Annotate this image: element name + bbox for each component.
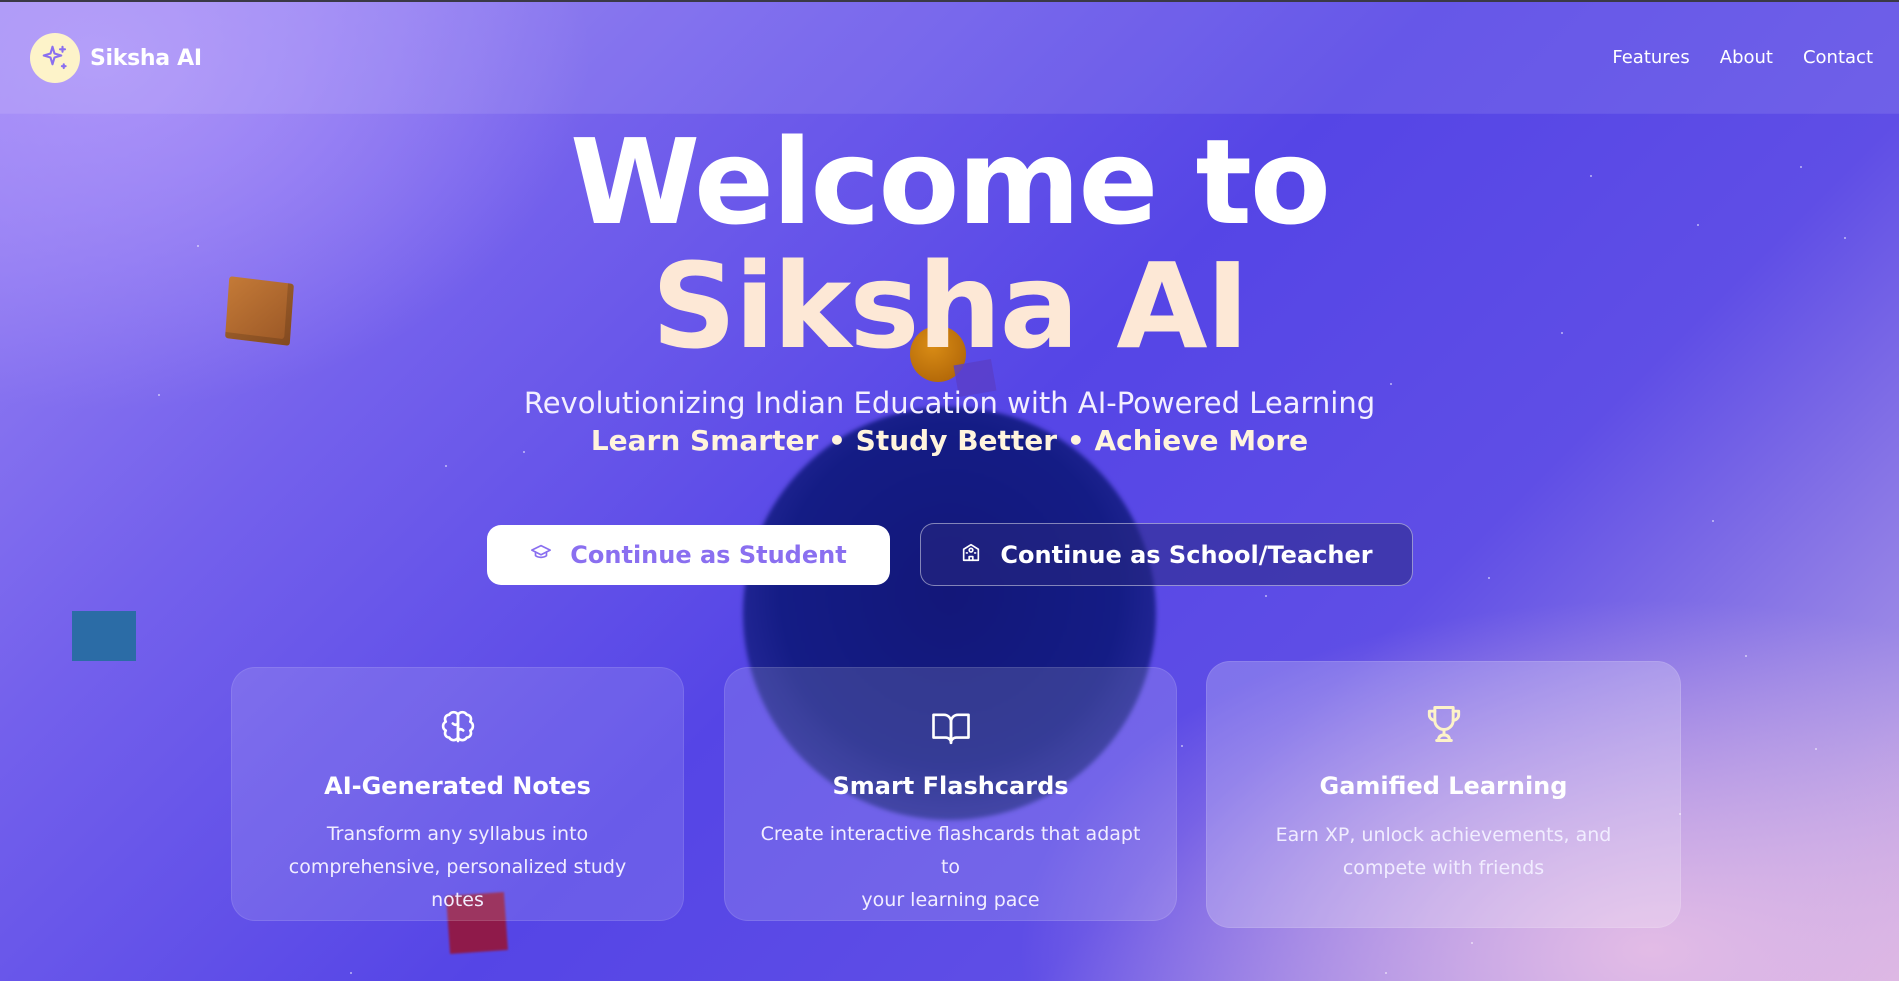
brand-name: Siksha AI — [90, 45, 202, 71]
school-icon — [960, 541, 982, 569]
hero-tagline: Learn Smarter • Study Better • Achieve M… — [590, 424, 1309, 457]
nav-link-contact[interactable]: Contact — [1803, 47, 1873, 68]
feature-description-line: Create interactive flashcards that adapt… — [760, 823, 1141, 878]
brain-icon — [232, 706, 683, 748]
feature-card-flashcards: Smart Flashcards Create interactive flas… — [724, 667, 1177, 921]
book-open-icon — [725, 706, 1176, 748]
hero-title-line2: Siksha AI — [651, 237, 1249, 375]
star-decoration — [350, 972, 352, 974]
nav-link-features[interactable]: Features — [1612, 47, 1689, 68]
sparkles-icon — [30, 33, 80, 83]
star-decoration — [1181, 745, 1183, 747]
brand-logo[interactable]: Siksha AI — [30, 33, 202, 83]
feature-description-line: compete with friends — [1342, 857, 1545, 879]
star-decoration — [1265, 595, 1267, 597]
top-navbar: Siksha AI Features About Contact — [0, 2, 1899, 113]
hero-subtitle: Revolutionizing Indian Education with AI… — [523, 386, 1376, 420]
hero-title-line1: Welcome to — [570, 113, 1331, 251]
feature-description: Earn XP, unlock achievements, and compet… — [1237, 819, 1650, 885]
feature-description-line: Transform any syllabus into — [326, 823, 589, 845]
star-decoration — [1471, 942, 1473, 944]
continue-as-student-label: Continue as Student — [570, 541, 847, 569]
feature-card-gamified: Gamified Learning Earn XP, unlock achiev… — [1206, 661, 1681, 928]
feature-description-line: your learning pace — [861, 889, 1040, 911]
feature-description-line: comprehensive, personalized study notes — [288, 856, 627, 911]
star-decoration — [445, 465, 447, 467]
star-decoration — [1745, 655, 1747, 657]
continue-as-teacher-button[interactable]: Continue as School/Teacher — [920, 523, 1413, 586]
feature-card-ai-notes: AI-Generated Notes Transform any syllabu… — [231, 667, 684, 921]
continue-as-teacher-label: Continue as School/Teacher — [1000, 540, 1373, 569]
feature-title: AI-Generated Notes — [324, 772, 591, 800]
feature-description: Create interactive flashcards that adapt… — [755, 818, 1146, 917]
star-decoration — [1390, 383, 1392, 385]
nav-links: Features About Contact — [1612, 47, 1873, 68]
continue-as-student-button[interactable]: Continue as Student — [487, 525, 890, 585]
graduation-cap-icon — [530, 541, 552, 569]
star-decoration — [1385, 972, 1387, 974]
feature-description-line: Earn XP, unlock achievements, and — [1275, 824, 1612, 846]
nav-link-about[interactable]: About — [1720, 47, 1773, 68]
star-decoration — [1712, 520, 1714, 522]
feature-description: Transform any syllabus into comprehensiv… — [262, 818, 653, 917]
star-decoration — [1815, 748, 1817, 750]
star-decoration — [1488, 577, 1490, 579]
trophy-icon — [1207, 702, 1680, 746]
feature-title: Gamified Learning — [1319, 772, 1568, 800]
feature-title: Smart Flashcards — [832, 772, 1069, 800]
floating-cube-decoration — [72, 611, 136, 661]
